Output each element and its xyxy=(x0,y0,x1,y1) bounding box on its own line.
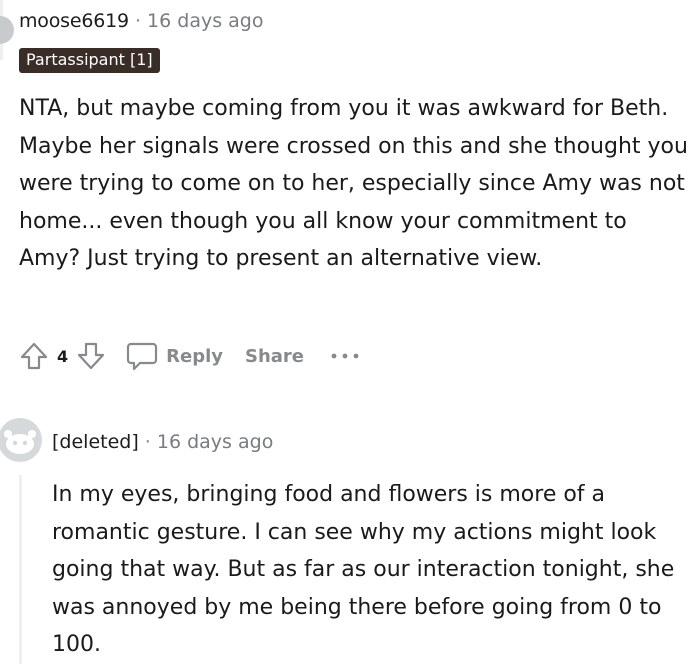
reply-label: Reply xyxy=(166,345,223,367)
speech-bubble-icon xyxy=(126,341,158,371)
comment-actions: 4 Reply Share xyxy=(19,338,360,374)
share-button[interactable]: Share xyxy=(245,346,304,367)
reply-meta: [deleted] · 16 days ago xyxy=(52,431,273,453)
comment-meta: moose6619 · 16 days ago xyxy=(19,10,263,32)
user-flair: Partassipant [1] xyxy=(19,48,160,73)
default-avatar-icon xyxy=(0,418,42,462)
share-label: Share xyxy=(245,345,305,367)
vote-count: 4 xyxy=(57,346,69,366)
reply-button[interactable]: Reply xyxy=(126,341,223,371)
reply-thread-line[interactable] xyxy=(19,475,22,664)
meta-separator: · xyxy=(144,431,151,453)
reply-timestamp[interactable]: 16 days ago xyxy=(157,431,273,453)
downvote-arrow-icon[interactable] xyxy=(76,341,106,371)
meta-separator: · xyxy=(134,10,141,32)
username-link[interactable]: moose6619 xyxy=(19,10,129,32)
comment-body: NTA, but maybe coming from you it was aw… xyxy=(19,96,688,271)
ellipsis-icon[interactable] xyxy=(330,350,360,362)
reply-body: In my eyes, bringing food and flowers is… xyxy=(52,482,675,657)
deleted-username: [deleted] xyxy=(52,431,139,453)
timestamp[interactable]: 16 days ago xyxy=(147,10,263,32)
upvote-arrow-icon[interactable] xyxy=(19,341,49,371)
avatar[interactable] xyxy=(0,16,14,44)
